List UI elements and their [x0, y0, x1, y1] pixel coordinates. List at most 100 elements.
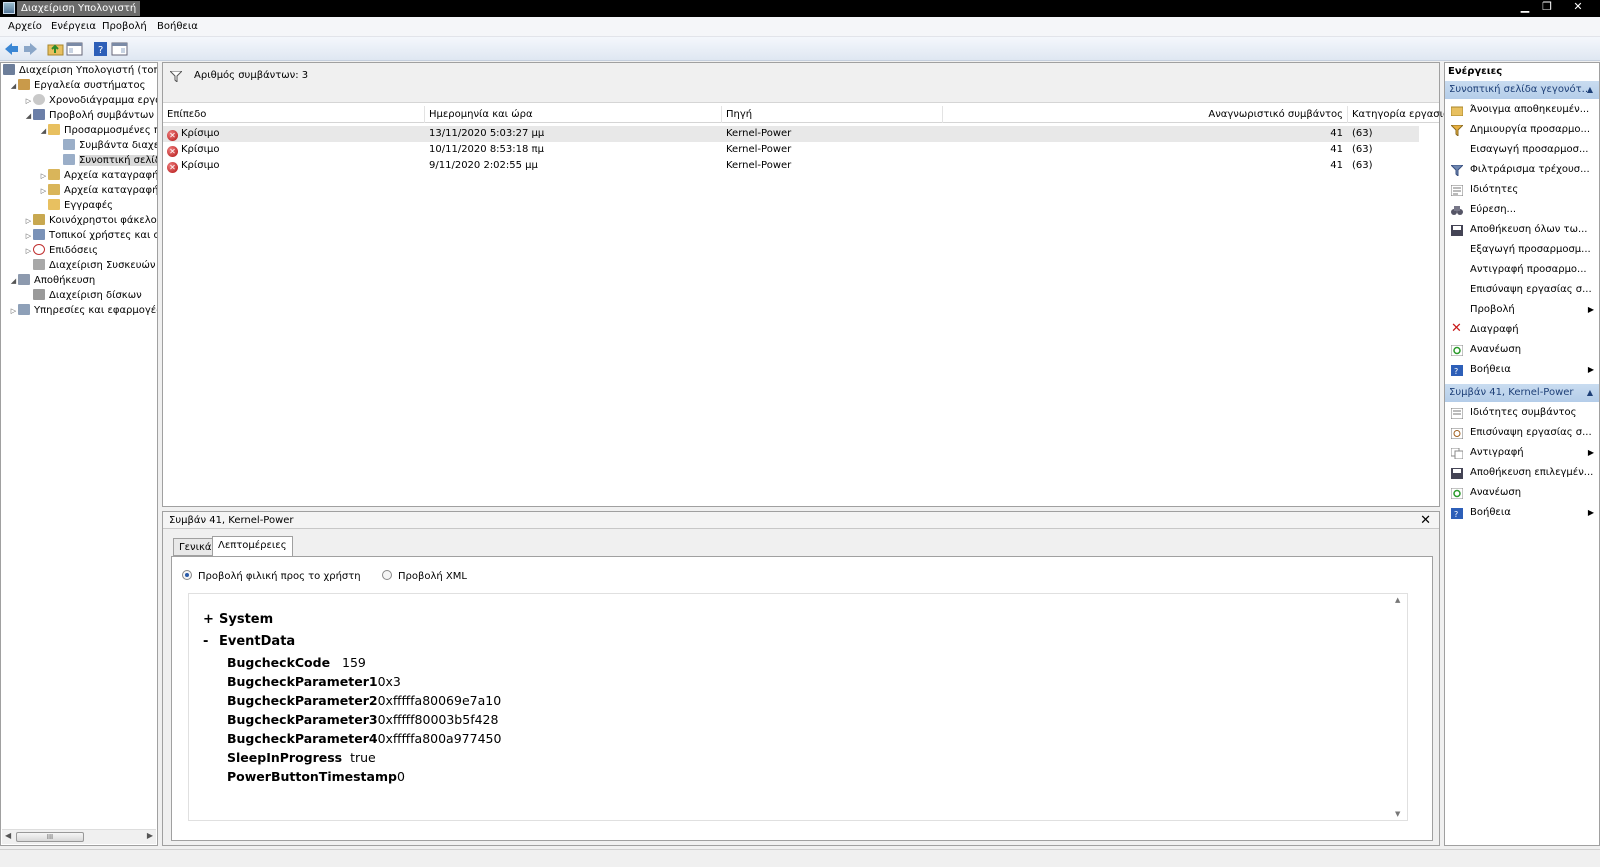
column-level[interactable]: Επίπεδο — [163, 106, 425, 123]
action-attach-task-event[interactable]: Επισύναψη εργασίας σ... — [1445, 423, 1599, 442]
scroll-right-icon[interactable]: ▶ — [147, 831, 153, 840]
radio-xml-view[interactable]: Προβολή XML — [382, 570, 467, 582]
close-window-button[interactable]: ✕ — [1566, 0, 1590, 15]
tree-item-windows-logs[interactable]: ▷Αρχεία καταγραφής των Windows — [39, 168, 157, 184]
action-save-all[interactable]: Αποθήκευση όλων τω... — [1445, 220, 1599, 239]
tree-item-performance[interactable]: ▷ Επιδόσεις — [24, 243, 98, 258]
details-panel: Προβολή φιλική προς το χρήστη Προβολή XM… — [171, 556, 1433, 841]
action-copy-custom-view[interactable]: Αντιγραφή προσαρμο... — [1445, 260, 1599, 279]
action-delete[interactable]: ✕ Διαγραφή — [1445, 320, 1599, 339]
table-row[interactable]: ✕ Κρίσιμο 13/11/2020 5:03:27 μμ Kernel-Po… — [163, 126, 1419, 142]
expand-arrow-icon[interactable]: ▷ — [24, 214, 33, 229]
tree-item-disk-management[interactable]: Διαχείριση δίσκων — [33, 288, 142, 303]
show-tree-icon[interactable] — [66, 41, 83, 57]
action-filter-current[interactable]: Φιλτράρισμα τρέχουσ... — [1445, 160, 1599, 179]
properties-icon — [1450, 184, 1464, 197]
tab-general[interactable]: Γενικά — [173, 538, 218, 556]
maximize-button[interactable]: ❐ — [1535, 0, 1559, 15]
column-source[interactable]: Πηγή — [722, 106, 943, 123]
system-section[interactable]: + System — [203, 612, 273, 627]
tree-item-local-users[interactable]: ▷Τοπικοί χρήστες και ομάδες — [24, 228, 157, 244]
radio-friendly-view[interactable]: Προβολή φιλική προς το χρήστη — [182, 570, 361, 582]
filter-icon — [1449, 164, 1465, 178]
svg-text:?: ? — [1454, 510, 1458, 519]
tree-item-shared-folders[interactable]: ▷ Κοινόχρηστοι φάκελοι — [24, 213, 157, 229]
action-import-custom-view[interactable]: Εισαγωγή προσαρμοσ... — [1445, 140, 1599, 159]
radio-selected-icon[interactable] — [182, 570, 192, 580]
close-detail-icon[interactable]: ✕ — [1420, 512, 1431, 529]
action-open-saved[interactable]: Άνοιγμα αποθηκευμέν... — [1445, 100, 1599, 119]
menu-action[interactable]: Ενέργεια — [51, 21, 96, 32]
action-properties[interactable]: Ιδιότητες — [1445, 180, 1599, 199]
tree-item-subscriptions[interactable]: Εγγραφές — [48, 198, 113, 213]
tree-item-task-scheduler[interactable]: ▷Χρονοδιάγραμμα εργασιών — [24, 93, 157, 109]
eventdata-section[interactable]: - EventData — [203, 634, 295, 649]
radio-unselected-icon[interactable] — [382, 570, 392, 580]
action-attach-task[interactable]: Επισύναψη εργασίας σ... — [1445, 280, 1599, 299]
menu-view[interactable]: Προβολή — [102, 21, 147, 32]
action-view[interactable]: Προβολή ▶ — [1445, 300, 1599, 319]
minimize-button[interactable]: ▁ — [1513, 0, 1537, 15]
collapse-caret-icon[interactable]: ▲ — [1587, 81, 1593, 99]
collapse-arrow-icon[interactable]: ◢ — [9, 79, 18, 94]
up-folder-icon[interactable] — [47, 41, 64, 57]
table-row[interactable]: ✕ Κρίσιμο 9/11/2020 2:02:55 μμ Kernel-Pow… — [163, 158, 1419, 174]
action-refresh-event[interactable]: Ανανέωση — [1445, 483, 1599, 502]
performance-icon — [33, 244, 45, 255]
column-datetime[interactable]: Ημερομηνία και ώρα — [425, 106, 722, 123]
action-create-custom-view[interactable]: Δημιουργία προσαρμο... — [1445, 120, 1599, 139]
help-icon[interactable]: ? — [92, 41, 109, 57]
action-find[interactable]: Εύρεση... — [1445, 200, 1599, 219]
scroll-up-icon[interactable]: ▲ — [1395, 596, 1400, 604]
tree-item-system-tools[interactable]: ◢ Εργαλεία συστήματος — [9, 78, 145, 93]
tree-item-event-viewer[interactable]: ◢ Προβολή συμβάντων — [24, 108, 154, 123]
event-category: (63) — [1352, 128, 1373, 139]
tab-details[interactable]: Λεπτομέρειες — [212, 536, 293, 557]
actions-section-summary[interactable]: Συνοπτική σελίδα γεγονότ... ▲ — [1445, 81, 1599, 99]
detail-vertical-scrollbar[interactable]: ▲ ▼ — [1390, 594, 1407, 820]
tree-item-storage[interactable]: ◢ Αποθήκευση — [9, 273, 95, 288]
submenu-arrow-icon: ▶ — [1587, 448, 1594, 457]
tree-item-services-apps[interactable]: ▷ Υπηρεσίες και εφαρμογές — [9, 303, 157, 319]
expand-arrow-icon[interactable]: ▷ — [24, 244, 33, 259]
action-event-properties[interactable]: Ιδιότητες συμβάντος — [1445, 403, 1599, 422]
forward-icon[interactable] — [22, 41, 39, 57]
action-copy[interactable]: Αντιγραφή ▶ — [1445, 443, 1599, 462]
collapse-arrow-icon[interactable]: ◢ — [24, 109, 33, 124]
action-save-selected[interactable]: Αποθήκευση επιλεγμέν... — [1445, 463, 1599, 482]
tree-item-admin-events[interactable]: Συμβάντα διαχείρισης — [63, 138, 157, 153]
field-row: BugcheckParameter30xfffff80003b5f428 — [227, 712, 499, 727]
action-refresh[interactable]: Ανανέωση — [1445, 340, 1599, 359]
action-export-custom-view[interactable]: Εξαγωγή προσαρμοσμ... — [1445, 240, 1599, 259]
collapse-caret-icon[interactable]: ▲ — [1587, 384, 1593, 402]
tree-item-custom-views[interactable]: ◢Προσαρμοσμένες προβολές — [39, 123, 157, 139]
actions-section-event[interactable]: Συμβάν 41, Kernel-Power ▲ — [1445, 384, 1599, 402]
expand-toggle[interactable]: + — [203, 612, 219, 627]
show-action-pane-icon[interactable] — [111, 41, 128, 57]
tree-item-computer-management[interactable]: Διαχείριση Υπολογιστή (τοπικός) — [3, 63, 157, 78]
column-event-id[interactable]: Αναγνωριστικό συμβάντος — [943, 106, 1348, 123]
table-row[interactable]: ✕ Κρίσιμο 10/11/2020 8:53:18 πμ Kernel-Po… — [163, 142, 1419, 158]
expand-arrow-icon[interactable]: ▷ — [9, 304, 18, 319]
tree-item-device-manager[interactable]: Διαχείριση Συσκευών — [33, 258, 155, 273]
scroll-down-icon[interactable]: ▼ — [1395, 810, 1400, 818]
clock-icon — [33, 94, 45, 105]
expand-arrow-icon[interactable]: ▷ — [39, 184, 48, 199]
tree-item-summary-page[interactable]: Συνοπτική σελίδα — [63, 153, 157, 168]
scroll-thumb[interactable]: III — [16, 832, 84, 842]
collapse-arrow-icon[interactable]: ◢ — [9, 274, 18, 289]
scroll-left-icon[interactable]: ◀ — [5, 831, 11, 840]
collapse-toggle[interactable]: - — [203, 634, 219, 649]
menu-file[interactable]: Αρχείο — [8, 21, 42, 32]
expand-arrow-icon[interactable]: ▷ — [24, 229, 33, 244]
expand-arrow-icon[interactable]: ▷ — [39, 169, 48, 184]
collapse-arrow-icon[interactable]: ◢ — [39, 124, 48, 139]
back-icon[interactable] — [3, 41, 20, 57]
expand-arrow-icon[interactable]: ▷ — [24, 94, 33, 109]
tree-item-application-logs[interactable]: ▷Αρχεία καταγραφής εφαρμογών — [39, 183, 157, 199]
action-help-event[interactable]: ? Βοήθεια ▶ — [1445, 503, 1599, 522]
tree-horizontal-scrollbar[interactable]: ◀ III ▶ — [2, 829, 156, 844]
menu-help[interactable]: Βοήθεια — [157, 21, 198, 32]
action-help[interactable]: ? Βοήθεια ▶ — [1445, 360, 1599, 379]
disk-icon — [33, 289, 45, 300]
